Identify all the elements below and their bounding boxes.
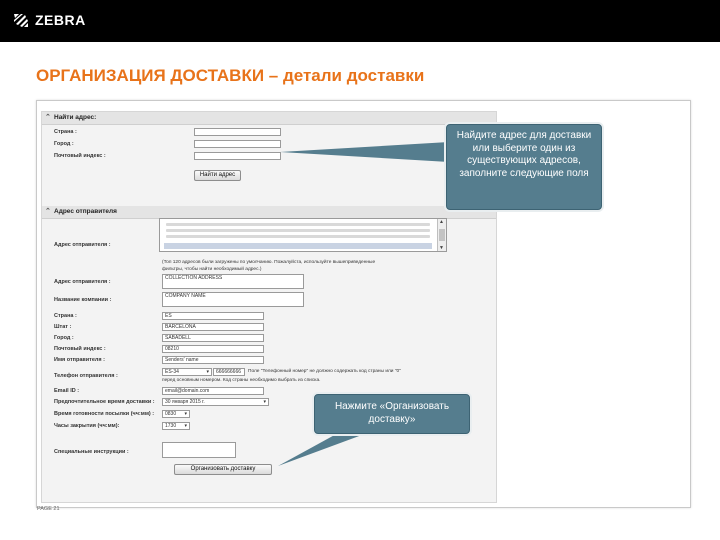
zebra-head-icon [14,14,28,27]
instructions-textarea[interactable] [162,442,236,458]
ready-time-label: Время готовности посылки (чч:мм) : [54,411,155,417]
company-input[interactable]: COMPANY NAME [162,292,304,307]
find-zip-input[interactable] [194,152,281,160]
find-address-header-label: Найти адрес: [54,114,97,121]
scroll-down-icon[interactable]: ▼ [439,245,444,251]
sender-name-label: Имя отправителя : [54,357,105,363]
selected-address-row[interactable] [164,243,432,249]
phone-code-select[interactable]: ES-34 ▾ [162,368,212,376]
phone-input[interactable]: 666666666 [213,368,245,376]
top-bar: ZEBRA [0,0,720,42]
phone-label: Телефон отправителя : [54,373,118,379]
find-city-input[interactable] [194,140,281,148]
arrange-delivery-callout: Нажмите «Организовать доставку» [314,394,470,434]
company-label: Название компании : [54,297,112,303]
scroll-up-icon[interactable]: ▲ [439,219,444,225]
list-note-line2: фильтры, чтобы найти необходимый адрес.) [162,267,262,272]
zebra-logo: ZEBRA [12,11,86,29]
scroll-thumb[interactable] [439,229,445,241]
find-country-label: Страна : [54,129,77,135]
phone-note-line2: перед основным номером. Код страны необх… [162,378,321,383]
brand-name: ZEBRA [35,12,86,28]
sender-address-listbox[interactable]: ▲ ▼ [159,218,447,252]
address-label: Адрес отправителя : [54,279,111,285]
dropdown-icon[interactable]: ▾ [184,423,187,429]
sender-address-list-label: Адрес отправителя : [54,242,111,248]
phone-code-value: ES-34 [165,369,179,375]
state-label: Штат : [54,324,72,330]
list-note-line1: (Топ 120 адресов были загружены по умолч… [162,260,376,265]
pickup-date-select[interactable]: 30 января 2015 г. ▾ [162,398,269,406]
zip-label: Почтовый индекс : [54,346,106,352]
ready-time-value: 0830 [165,411,177,417]
collapse-icon[interactable]: ⌃ [45,206,51,218]
page-title: ОРГАНИЗАЦИЯ ДОСТАВКИ – детали доставки [36,66,425,85]
find-country-input[interactable] [194,128,281,136]
find-zip-label: Почтовый индекс : [54,153,106,159]
dropdown-icon[interactable]: ▾ [263,399,266,405]
form-panel: ⌃ Найти адрес: Страна : Город : Почтовый… [41,111,497,503]
close-time-select[interactable]: 1730 ▾ [162,422,190,430]
find-address-section-header[interactable]: ⌃ Найти адрес: [42,112,496,125]
email-label: Email ID : [54,388,80,394]
sender-name-input[interactable]: Senders' name [162,356,264,364]
find-address-button[interactable]: Найти адрес [194,170,241,181]
close-time-label: Часы закрытия (чч:мм): [54,423,120,429]
pickup-date-value: 30 января 2015 г. [165,399,205,405]
city-input[interactable]: SABADELL [162,334,264,342]
country-input[interactable]: ES [162,312,264,320]
page-number: PAGE 21 [37,506,60,512]
listbox-scrollbar[interactable]: ▲ ▼ [437,219,446,251]
country-label: Страна : [54,313,77,319]
email-input[interactable]: email@domain.com [162,387,264,395]
instructions-label: Специальные инструкции : [54,449,129,455]
pickup-time-label: Предпочтительное время доставки : [54,399,155,405]
city-label: Город : [54,335,74,341]
close-time-value: 1730 [165,423,177,429]
find-address-callout: Найдите адрес для доставки или выберите … [446,124,602,210]
state-input[interactable]: BARCELONA [162,323,264,331]
dropdown-icon[interactable]: ▾ [206,369,209,375]
dropdown-icon[interactable]: ▾ [184,411,187,417]
sender-address-header-label: Адрес отправителя [54,208,117,215]
zip-input[interactable]: 08210 [162,345,264,353]
ready-time-select[interactable]: 0830 ▾ [162,410,190,418]
arrange-delivery-button[interactable]: Организовать доставку [174,464,272,475]
collapse-icon[interactable]: ⌃ [45,112,51,124]
phone-note-line1: Поле "Телефонный номер" не должно содерж… [248,369,401,374]
find-city-label: Город : [54,141,74,147]
address-input[interactable]: COLLECTION ADDRESS [162,274,304,289]
